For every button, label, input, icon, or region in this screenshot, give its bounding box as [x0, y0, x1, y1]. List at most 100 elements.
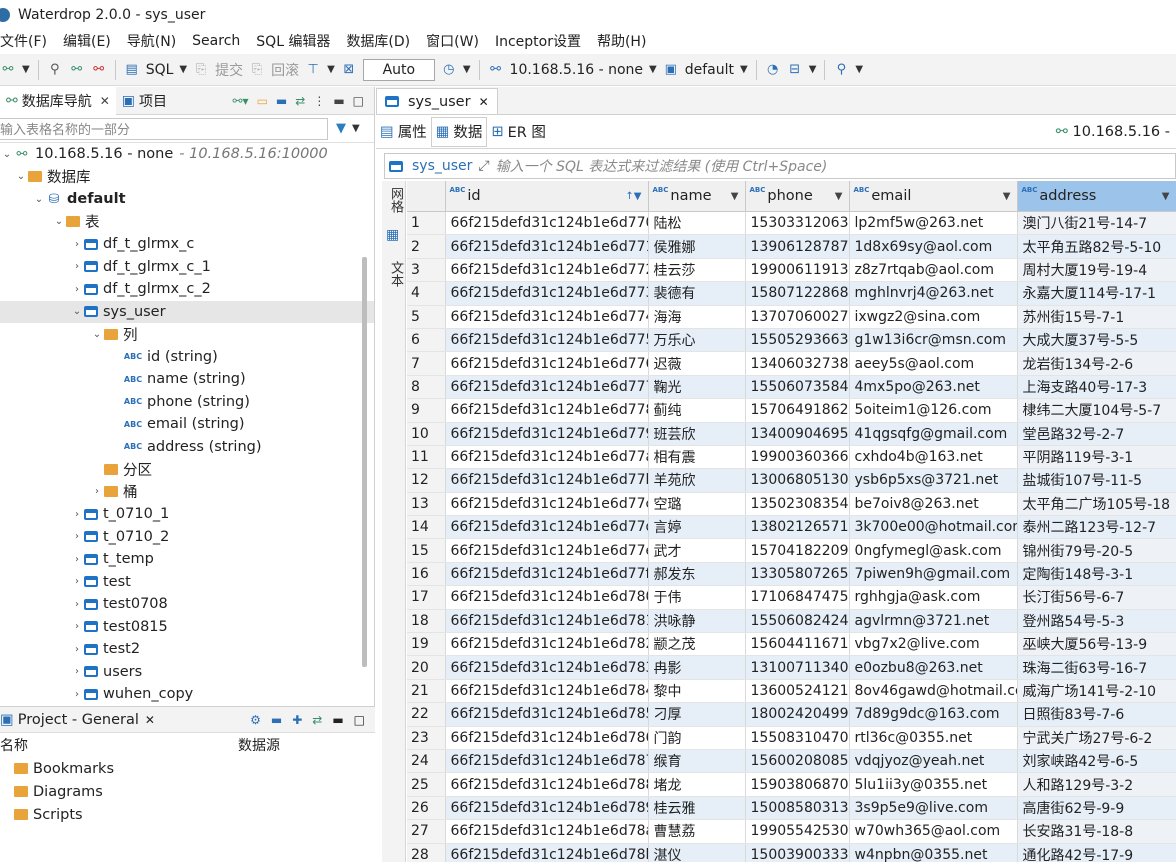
cell-id[interactable]: 66f215defd31c124b1e6d770 [445, 211, 649, 236]
row-number[interactable]: 23 [407, 726, 446, 750]
cell-name[interactable]: 桂云雅 [648, 796, 746, 821]
row-number[interactable]: 26 [407, 796, 446, 821]
table-row[interactable]: 21 66f215defd31c124b1e6d784 黎中 13600524121 8… [407, 679, 1176, 704]
table-row[interactable]: 24 66f215defd31c124b1e6d787 缑育 15600208085 v… [407, 749, 1176, 774]
table-row[interactable]: 13 66f215defd31c124b1e6d77c 空璐 13502308354 b… [407, 492, 1176, 517]
tree-column-item[interactable]: ABC address (string) [0, 436, 374, 459]
view-menu-icon[interactable]: ⋮ [313, 94, 325, 108]
cell-email[interactable]: vdqjyoz@yeah.net [849, 749, 1018, 774]
cell-email[interactable]: lp2mf5w@263.net [849, 211, 1018, 236]
cell-phone[interactable]: 15903806870 [745, 772, 850, 797]
close-icon[interactable]: ✕ [100, 94, 110, 108]
sort-ascending-icon[interactable]: ↑▼ [625, 191, 641, 202]
editor-connection-info[interactable]: ⚯ 10.168.5.16 - [1056, 124, 1176, 140]
new-folder-icon[interactable]: ▭ [257, 94, 268, 108]
connect-icon[interactable]: ⚲ [47, 62, 63, 77]
cell-address[interactable]: 太平角五路82号-5-10 [1017, 234, 1176, 259]
collapse-arrow-icon[interactable]: ⌄ [90, 329, 104, 340]
column-menu-icon[interactable]: ▼ [835, 191, 843, 202]
tree-table-item[interactable]: › df_t_glrmx_c_1 [0, 256, 374, 279]
cell-id[interactable]: 66f215defd31c124b1e6d77f [445, 562, 649, 587]
menu-database[interactable]: 数据库(D) [338, 31, 418, 51]
cell-id[interactable]: 66f215defd31c124b1e6d780 [445, 585, 649, 610]
minimize-icon[interactable]: ▬ [333, 94, 344, 108]
maximize-icon[interactable]: □ [354, 713, 365, 727]
cell-id[interactable]: 66f215defd31c124b1e6d773 [445, 281, 649, 306]
cell-email[interactable]: g1w13i6cr@msn.com [849, 328, 1018, 353]
search-icon[interactable]: ⚲ [833, 62, 849, 77]
cell-email[interactable]: aeey5s@aol.com [849, 351, 1018, 376]
cell-phone[interactable]: 15008580313 [745, 796, 850, 821]
history-dropdown[interactable]: ▼ [463, 64, 471, 75]
cell-phone[interactable]: 15704182209 [745, 538, 850, 563]
cell-address[interactable]: 棣纬二大厦104号-5-7 [1017, 398, 1176, 423]
table-row[interactable]: 18 66f215defd31c124b1e6d781 洪咏静 15506082424… [407, 609, 1176, 634]
cell-id[interactable]: 66f215defd31c124b1e6d777 [445, 375, 649, 400]
expand-arrow-icon[interactable]: › [70, 644, 84, 655]
cell-email[interactable]: 41qgsqfg@gmail.com [849, 422, 1018, 446]
cell-address[interactable]: 巫峡大厦56号-13-9 [1017, 632, 1176, 657]
tree-table-item[interactable]: › users [0, 661, 374, 684]
cell-name[interactable]: 冉影 [648, 655, 746, 680]
cell-address[interactable]: 澳门八街21号-14-7 [1017, 211, 1176, 236]
row-number[interactable]: 3 [407, 258, 446, 283]
cell-address[interactable]: 上海支路40号-17-3 [1017, 375, 1176, 400]
sql-editor-button[interactable]: SQL [146, 62, 174, 78]
table-row[interactable]: 19 66f215defd31c124b1e6d782 颛之茂 15604411671… [407, 632, 1176, 657]
commit-button[interactable]: 提交 [215, 60, 243, 80]
cell-name[interactable]: 桂云莎 [648, 258, 746, 283]
cell-phone[interactable]: 15506082424 [745, 609, 850, 634]
history-icon[interactable]: ◷ [441, 62, 457, 77]
tree-partitions-folder[interactable]: 分区 [0, 458, 374, 481]
cell-email[interactable]: be7oiv8@263.net [849, 492, 1018, 517]
close-icon[interactable]: ✕ [479, 95, 489, 109]
cell-email[interactable]: 7d89g9dc@163.com [849, 702, 1018, 727]
tree-column-item[interactable]: ABC name (string) [0, 368, 374, 391]
cell-email[interactable]: agvlrmn@3721.net [849, 609, 1018, 634]
cell-phone[interactable]: 19900611913 [745, 258, 850, 283]
table-row[interactable]: 3 66f215defd31c124b1e6d772 桂云莎 19900611913 z… [407, 258, 1176, 283]
cell-phone[interactable]: 15604411671 [745, 632, 850, 657]
cell-email[interactable]: cxhdo4b@163.net [849, 445, 1018, 470]
tree-table-item[interactable]: › wuhen_copy [0, 683, 374, 703]
menu-edit[interactable]: 编辑(E) [55, 31, 119, 51]
cell-address[interactable]: 锦州街79号-20-5 [1017, 538, 1176, 563]
collapse-arrow-icon[interactable]: ⌄ [14, 171, 28, 182]
tree-buckets-folder[interactable]: › 桶 [0, 481, 374, 504]
row-number[interactable]: 10 [407, 422, 446, 446]
cell-phone[interactable]: 15303312063 [745, 211, 850, 236]
expand-arrow-icon[interactable]: › [70, 689, 84, 700]
cell-name[interactable]: 相有震 [648, 445, 746, 470]
cell-name[interactable]: 蓟纯 [648, 398, 746, 423]
cell-email[interactable]: 7piwen9h@gmail.com [849, 562, 1018, 587]
row-number[interactable]: 20 [407, 655, 446, 680]
row-number[interactable]: 8 [407, 375, 446, 400]
cell-address[interactable]: 人和路129号-3-2 [1017, 772, 1176, 797]
cell-email[interactable]: 3k700e00@hotmail.com [849, 515, 1018, 540]
cell-email[interactable]: 5oiteim1@126.com [849, 398, 1018, 423]
expand-arrow-icon[interactable]: › [70, 509, 84, 520]
cell-name[interactable]: 迟薇 [648, 351, 746, 376]
tree-table-item[interactable]: › t_0710_1 [0, 503, 374, 526]
table-row[interactable]: 7 66f215defd31c124b1e6d776 迟薇 13406032738 ae… [407, 351, 1176, 376]
cell-address[interactable]: 永嘉大厦114号-17-1 [1017, 281, 1176, 306]
sql-dropdown[interactable]: ▼ [179, 64, 187, 75]
menu-sql-editor[interactable]: SQL 编辑器 [248, 31, 338, 51]
tree-schema-default[interactable]: ⌄ ⛁ default [0, 188, 374, 211]
grid-view-toggle[interactable]: 网格 [386, 187, 405, 213]
menu-navigate[interactable]: 导航(N) [119, 31, 184, 51]
project-item-scripts[interactable]: Scripts [0, 803, 375, 826]
column-header-name[interactable]: ABC name ▼ [648, 181, 746, 212]
row-number[interactable]: 12 [407, 468, 446, 493]
tab-properties[interactable]: ▤ 属性 [376, 117, 431, 147]
table-row[interactable]: 5 66f215defd31c124b1e6d774 海海 13707060027 ix… [407, 305, 1176, 329]
table-row[interactable]: 2 66f215defd31c124b1e6d771 侯雅娜 13906128787 1… [407, 234, 1176, 259]
cell-id[interactable]: 66f215defd31c124b1e6d782 [445, 632, 649, 657]
cell-name[interactable]: 空璐 [648, 492, 746, 517]
cell-address[interactable]: 盐城街107号-11-5 [1017, 468, 1176, 493]
cell-address[interactable]: 苏州街15号-7-1 [1017, 305, 1176, 329]
cell-id[interactable]: 66f215defd31c124b1e6d77d [445, 515, 649, 540]
table-name-filter-input[interactable]: 输入表格名称的一部分 [0, 117, 328, 140]
row-number[interactable]: 2 [407, 234, 446, 259]
tree-scrollbar[interactable] [362, 257, 367, 667]
